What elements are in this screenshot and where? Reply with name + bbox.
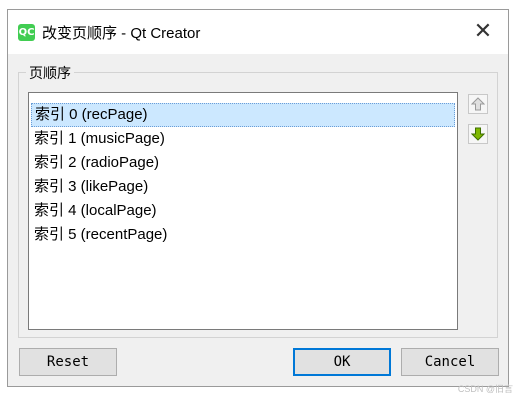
close-button[interactable]: ✕ bbox=[468, 18, 498, 46]
move-down-button[interactable] bbox=[468, 124, 488, 144]
list-item[interactable]: 索引 4 (localPage) bbox=[31, 199, 455, 223]
reset-button[interactable]: Reset bbox=[19, 348, 117, 376]
groupbox-title: 页顺序 bbox=[26, 63, 74, 83]
move-up-button[interactable] bbox=[468, 94, 488, 114]
list-item[interactable]: 索引 0 (recPage) bbox=[31, 103, 455, 127]
list-item[interactable]: 索引 2 (radioPage) bbox=[31, 151, 455, 175]
watermark: CSDN @旧言 bbox=[457, 384, 513, 394]
qt-creator-icon: QC bbox=[18, 24, 35, 41]
list-item[interactable]: 索引 3 (likePage) bbox=[31, 175, 455, 199]
title-bar[interactable]: QC 改变页顺序 - Qt Creator ✕ bbox=[8, 10, 508, 54]
list-item[interactable]: 索引 1 (musicPage) bbox=[31, 127, 455, 151]
dialog-window: QC 改变页顺序 - Qt Creator ✕ 页顺序 索引 0 (recPag… bbox=[7, 9, 509, 387]
list-item[interactable]: 索引 5 (recentPage) bbox=[31, 223, 455, 247]
arrow-up-icon bbox=[471, 97, 485, 111]
ok-button[interactable]: OK bbox=[293, 348, 391, 376]
window-title: 改变页顺序 - Qt Creator bbox=[42, 25, 201, 42]
page-order-list[interactable]: 索引 0 (recPage) 索引 1 (musicPage) 索引 2 (ra… bbox=[28, 92, 458, 330]
cancel-button[interactable]: Cancel bbox=[401, 348, 499, 376]
arrow-down-icon bbox=[471, 127, 485, 141]
